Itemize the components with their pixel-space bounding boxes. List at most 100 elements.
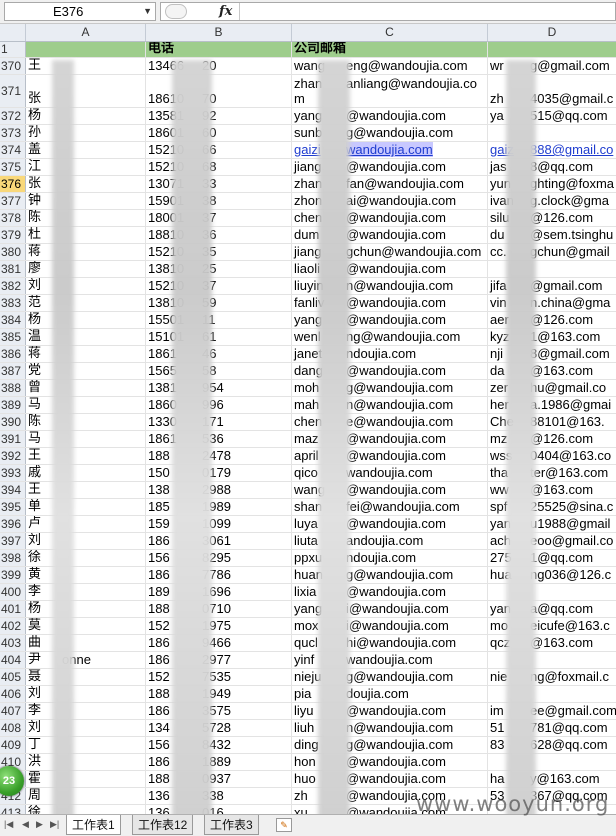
name-box[interactable]: E376 ▼ [4,2,156,21]
cell-name[interactable]: 周 [26,788,146,804]
cell-phone[interactable]: 1381025 [146,261,292,277]
prev-sheet-icon[interactable]: ◀ [22,819,29,830]
cell-phone[interactable]: 150 0179 [146,465,292,481]
cell-name[interactable]: 刘 [26,720,146,736]
cell-name[interactable]: 刘 [26,686,146,702]
cell-name[interactable]: 刘 [26,278,146,294]
cell-name[interactable]: 莫 [26,618,146,634]
cell-name[interactable]: 黄 [26,567,146,583]
cell-name[interactable]: 杨 [26,601,146,617]
cell-name[interactable]: 陈 [26,210,146,226]
sheet-tab-1[interactable]: 工作表1 [66,815,121,835]
column-header-c[interactable]: C [292,24,488,41]
cell-name[interactable]: 马 [26,397,146,413]
column-header-b[interactable]: B [146,24,292,41]
cell-name[interactable]: 刘 [26,533,146,549]
fx-icon[interactable]: fx [219,3,232,20]
cell-name[interactable]: 蒋 [26,244,146,260]
row-number[interactable]: 375 [0,159,26,175]
cell-phone[interactable]: 138 2988 [146,482,292,498]
formula-cancel-oval[interactable] [165,4,187,19]
row-number[interactable]: 403 [0,635,26,651]
cell-phone[interactable]: 189 1696 [146,584,292,600]
cell-name[interactable]: 马 [26,431,146,447]
cell-phone[interactable]: 1521035 [146,244,292,260]
header-cell-d[interactable] [488,42,616,57]
next-sheet-icon[interactable]: ▶ [36,819,43,830]
cell-phone[interactable]: 186 3575 [146,703,292,719]
cell-name[interactable]: 杜 [26,227,146,243]
cell-name[interactable]: 霍 [26,771,146,787]
cell-name[interactable]: 徐 [26,805,146,814]
cell-phone[interactable]: 186 2977 [146,652,292,668]
row-number[interactable]: 402 [0,618,26,634]
row-number[interactable]: 408 [0,720,26,736]
header-cell-phone[interactable]: 电话 [146,42,292,57]
chevron-down-icon[interactable]: ▼ [143,3,152,20]
row-number[interactable]: 406 [0,686,26,702]
cell-phone[interactable]: 134 5728 [146,720,292,736]
cell-name[interactable]: 杨 [26,312,146,328]
formula-input[interactable] [239,3,615,20]
row-number[interactable]: 409 [0,737,26,753]
cell-name[interactable]: 聂 [26,669,146,685]
row-number[interactable]: 372 [0,108,26,124]
cell-phone[interactable]: 188 1949 [146,686,292,702]
cell-name[interactable]: 杨 [26,108,146,124]
row-number[interactable]: 405 [0,669,26,685]
cell-phone[interactable]: 1346620 [146,58,292,74]
row-number[interactable]: 394 [0,482,26,498]
cell-phone[interactable]: 1521068 [146,159,292,175]
cell-name[interactable]: 陈 [26,414,146,430]
row-number[interactable]: 392 [0,448,26,464]
cell-phone[interactable]: 188 0710 [146,601,292,617]
cell-name[interactable]: 洪 [26,754,146,770]
row-number[interactable]: 404 [0,652,26,668]
cell-phone[interactable]: 1510161 [146,329,292,345]
row-number[interactable]: 382 [0,278,26,294]
cell-phone[interactable]: 156 8295 [146,550,292,566]
cell-phone[interactable]: 159 1099 [146,516,292,532]
row-number[interactable]: 388 [0,380,26,396]
cell-phone[interactable]: 1800137 [146,210,292,226]
cell-name[interactable]: 李 [26,703,146,719]
row-number[interactable]: 407 [0,703,26,719]
row-number[interactable]: 384 [0,312,26,328]
cell-phone[interactable]: 136 338 [146,788,292,804]
cell-phone[interactable]: 136 016 [146,805,292,814]
row-number[interactable]: 396 [0,516,26,532]
row-number[interactable]: 395 [0,499,26,515]
cell-name[interactable]: 单 [26,499,146,515]
header-cell-email[interactable]: 公司邮箱 [292,42,488,57]
column-header-d[interactable]: D [488,24,616,41]
cell-phone[interactable]: 1860 996 [146,397,292,413]
row-number[interactable]: 374 [0,142,26,158]
cell-name[interactable]: 王 [26,482,146,498]
cell-phone[interactable]: 186 9466 [146,635,292,651]
cell-phone[interactable]: 186146 [146,346,292,362]
cell-name[interactable]: 张 [26,176,146,192]
cell-name[interactable]: 孙 [26,125,146,141]
cell-name[interactable]: 李 [26,584,146,600]
row-number[interactable]: 380 [0,244,26,260]
cell-name[interactable]: 江 [26,159,146,175]
cell-name[interactable]: 党 [26,363,146,379]
row-number[interactable]: 371 [0,75,26,107]
cell-phone[interactable]: 1521037 [146,278,292,294]
cell-phone[interactable]: 1550111 [146,312,292,328]
row-number[interactable]: 413 [0,805,26,814]
cell-phone[interactable]: 186 1889 [146,754,292,770]
row-number[interactable]: 378 [0,210,26,226]
header-row[interactable]: 1 电话 公司邮箱 [0,42,616,58]
cell-phone[interactable]: 1381059 [146,295,292,311]
cell-phone[interactable]: 1358192 [146,108,292,124]
cell-phone[interactable]: 188 2478 [146,448,292,464]
row-number[interactable]: 373 [0,125,26,141]
cell-name[interactable]: 徐 [26,550,146,566]
row-number[interactable]: 386 [0,346,26,362]
cell-phone[interactable]: 1861 536 [146,431,292,447]
cell-phone[interactable]: 152 1975 [146,618,292,634]
cell-phone[interactable]: 1307133 [146,176,292,192]
cell-name[interactable]: 廖 [26,261,146,277]
cell-name[interactable]: 盖 [26,142,146,158]
